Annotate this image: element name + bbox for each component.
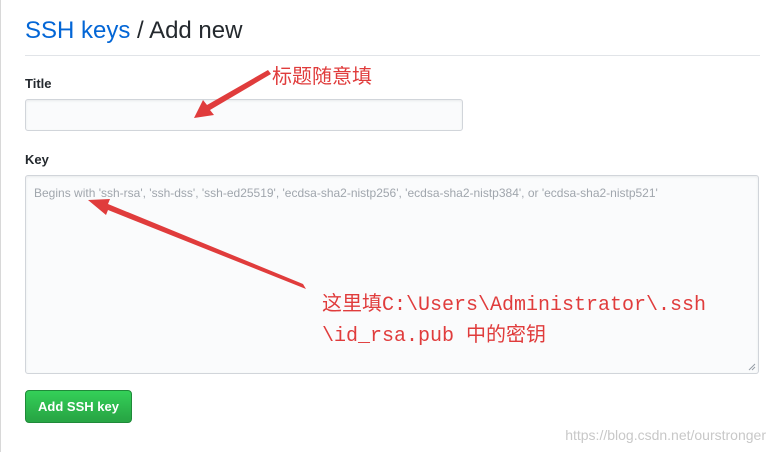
header-divider — [25, 55, 760, 56]
resize-grip-icon[interactable] — [748, 363, 756, 371]
page-title: SSH keys / Add new — [25, 15, 242, 47]
title-input[interactable] — [25, 99, 463, 131]
title-label: Title — [25, 76, 52, 91]
breadcrumb-ssh-keys-link[interactable]: SSH keys — [25, 17, 130, 44]
key-label: Key — [25, 152, 49, 167]
key-placeholder: Begins with 'ssh-rsa', 'ssh-dss', 'ssh-e… — [34, 186, 658, 200]
breadcrumb-current: Add new — [149, 17, 243, 44]
key-annotation-line2: \id_rsa.pub 中的密钥 — [322, 325, 547, 348]
breadcrumb-separator: / — [137, 17, 144, 44]
add-ssh-key-button[interactable]: Add SSH key — [25, 390, 132, 423]
watermark: https://blog.csdn.net/ourstronger — [565, 427, 766, 443]
left-border — [0, 0, 1, 452]
title-annotation: 标题随意填 — [272, 66, 372, 88]
key-annotation-line1: 这里填C:\Users\Administrator\.ssh — [322, 294, 707, 317]
